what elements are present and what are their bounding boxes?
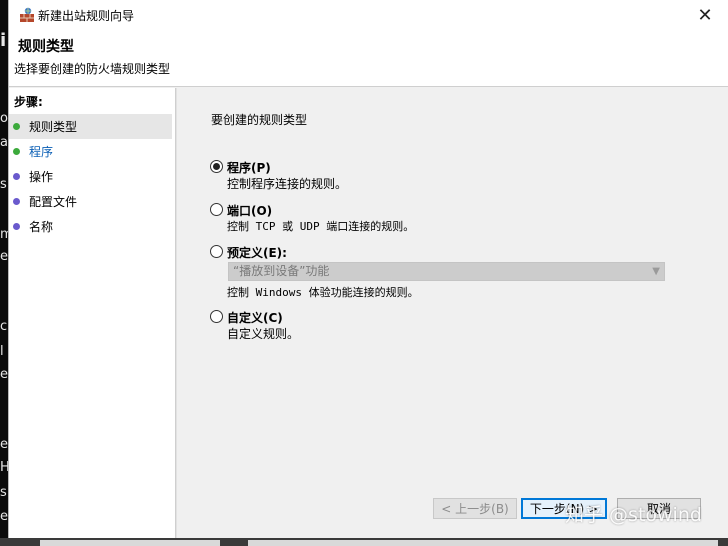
port-radio[interactable]: [210, 203, 223, 216]
chevron-down-icon: ▼: [652, 266, 660, 277]
background-text: H: [0, 460, 8, 475]
title-bar[interactable]: 新建出站规则向导 ✕: [9, 0, 728, 31]
option-label[interactable]: 端口(O): [227, 202, 272, 219]
rule-type-prompt: 要创建的规则类型: [211, 113, 308, 127]
predefined-radio[interactable]: [210, 245, 223, 258]
firewall-icon: [20, 7, 34, 22]
watermark: 知乎 @stowind: [565, 504, 702, 526]
background-text: e: [0, 249, 8, 264]
step-complete-dot-icon: [13, 148, 20, 155]
option-description: 控制程序连接的规则。: [227, 177, 348, 191]
predefined-select-value: “播放到设备”功能: [233, 264, 330, 278]
program-radio[interactable]: [210, 160, 223, 173]
background-text: o: [0, 111, 8, 126]
steps-pane: 步骤: 规则类型 程序 操作 配置文件 名称: [9, 88, 175, 538]
step-rule-type[interactable]: 规则类型: [9, 114, 172, 139]
step-action[interactable]: 操作: [9, 164, 172, 189]
background-text: s: [0, 177, 7, 192]
background-text: c: [0, 319, 8, 334]
close-icon: ✕: [697, 5, 713, 26]
background-text: i: [0, 30, 7, 51]
background-scrollbar-strip: [0, 538, 728, 546]
step-program[interactable]: 程序: [9, 139, 172, 164]
option-description: 控制 Windows 体验功能连接的规则。: [227, 286, 419, 299]
background-text: m: [0, 227, 8, 242]
step-label: 名称: [29, 220, 54, 234]
page-subtitle: 选择要创建的防火墙规则类型: [14, 62, 171, 76]
steps-title: 步骤:: [14, 95, 43, 109]
scrollbar-thumb[interactable]: [40, 540, 220, 546]
step-profile[interactable]: 配置文件: [9, 189, 172, 214]
option-label[interactable]: 自定义(C): [227, 309, 283, 326]
background-text: e: [0, 367, 8, 382]
predefined-select[interactable]: “播放到设备”功能 ▼: [228, 262, 665, 281]
back-button[interactable]: < 上一步(B): [433, 498, 517, 519]
option-label[interactable]: 预定义(E):: [227, 244, 287, 261]
background-text: a: [0, 135, 8, 150]
close-button[interactable]: ✕: [682, 0, 728, 31]
option-label[interactable]: 程序(P): [227, 159, 271, 176]
step-label: 规则类型: [29, 120, 78, 134]
background-window-strip: i o a s m e c l e e H s e: [0, 0, 8, 546]
wizard-header: 规则类型 选择要创建的防火墙规则类型: [9, 31, 728, 87]
custom-radio[interactable]: [210, 310, 223, 323]
background-text: e: [0, 437, 8, 452]
step-pending-dot-icon: [13, 173, 20, 180]
option-description: 控制 TCP 或 UDP 端口连接的规则。: [227, 220, 415, 233]
main-content: 要创建的规则类型 程序(P) 控制程序连接的规则。 端口(O) 控制 TCP 或…: [177, 88, 728, 538]
page-title: 规则类型: [18, 39, 74, 55]
option-description: 自定义规则。: [227, 327, 300, 341]
step-pending-dot-icon: [13, 198, 20, 205]
step-name[interactable]: 名称: [9, 214, 172, 239]
step-pending-dot-icon: [13, 223, 20, 230]
outbound-rule-wizard-dialog: 新建出站规则向导 ✕ 规则类型 选择要创建的防火墙规则类型 步骤: 规则类型 程…: [8, 0, 728, 538]
background-text: s: [0, 485, 7, 500]
step-label: 操作: [29, 170, 54, 184]
window-title: 新建出站规则向导: [38, 9, 135, 23]
background-text: l: [0, 344, 4, 359]
step-complete-dot-icon: [13, 123, 20, 130]
background-text: e: [0, 509, 8, 524]
step-label: 程序: [29, 145, 54, 159]
scrollbar-thumb[interactable]: [248, 540, 718, 546]
step-label: 配置文件: [29, 195, 78, 209]
